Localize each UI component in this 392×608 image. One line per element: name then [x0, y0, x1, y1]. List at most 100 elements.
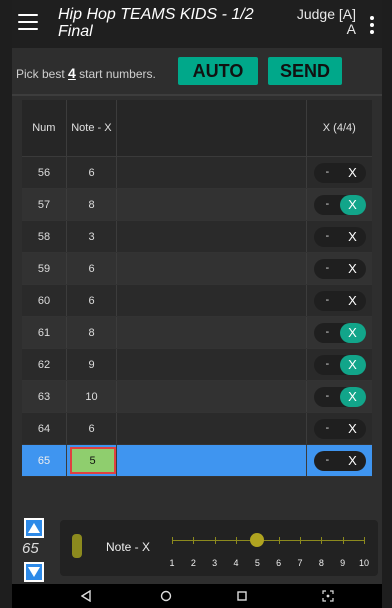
- row-note: 6: [88, 166, 95, 179]
- slider-tick: [172, 537, 173, 544]
- pick-bar: Pick best 4 start numbers. AUTO SEND: [12, 54, 382, 90]
- nav-home-icon[interactable]: [158, 588, 174, 604]
- bottom-panel: 65 Note - X 1 2 3 4 5 6 7 8 9 10: [12, 512, 382, 584]
- x-toggle[interactable]: -X: [313, 194, 366, 215]
- minus-option[interactable]: -: [326, 294, 330, 306]
- right-edge: [382, 0, 392, 608]
- x-option[interactable]: X: [339, 194, 366, 215]
- row-note: 8: [88, 326, 95, 339]
- row-note-cell[interactable]: 8: [66, 189, 116, 220]
- minus-option[interactable]: -: [326, 230, 330, 242]
- x-toggle[interactable]: -X: [313, 354, 366, 375]
- slider-tick-label: 4: [233, 558, 239, 568]
- row-x-cell: -X: [306, 349, 372, 380]
- minus-option[interactable]: -: [326, 198, 330, 210]
- minus-option[interactable]: -: [326, 422, 330, 434]
- row-note-cell[interactable]: 6: [66, 253, 116, 284]
- x-option[interactable]: X: [340, 451, 366, 471]
- row-num: 62: [37, 358, 51, 371]
- x-option[interactable]: X: [339, 354, 366, 375]
- nav-recents-icon[interactable]: [234, 588, 250, 604]
- slider-tick-label: 5: [254, 558, 260, 568]
- row-empty: [116, 189, 306, 220]
- row-note-cell[interactable]: 9: [66, 349, 116, 380]
- row-note-cell[interactable]: 5: [66, 445, 116, 476]
- row-x-cell: -X: [306, 285, 372, 316]
- title-line-2: Final: [58, 23, 93, 40]
- pick-prefix: Pick best: [16, 67, 69, 81]
- row-empty: [116, 445, 306, 476]
- row-num: 56: [37, 166, 51, 179]
- slider-thumb[interactable]: [250, 533, 265, 547]
- note-slider-panel: Note - X 1 2 3 4 5 6 7 8 9 10: [60, 520, 378, 576]
- row-note: 10: [85, 390, 98, 403]
- row-note-cell[interactable]: 3: [66, 221, 116, 252]
- table-row[interactable]: 62 9 - X: [22, 349, 372, 381]
- x-option[interactable]: X: [340, 163, 366, 183]
- table-row[interactable]: 59 6 - X: [22, 253, 372, 285]
- header-num: Num: [32, 122, 56, 134]
- x-option[interactable]: X: [339, 322, 366, 343]
- table-row[interactable]: 64 6 - X: [22, 413, 372, 445]
- x-toggle[interactable]: -X: [313, 226, 366, 247]
- table-row[interactable]: 60 6 - X: [22, 285, 372, 317]
- slider-tick: [321, 537, 323, 544]
- minus-option[interactable]: -: [326, 326, 330, 338]
- row-x-cell: -X: [306, 189, 372, 220]
- x-toggle[interactable]: -X: [313, 418, 366, 439]
- table-row[interactable]: 57 8 - X: [22, 189, 372, 221]
- row-note-cell[interactable]: 10: [66, 381, 116, 412]
- auto-button[interactable]: AUTO: [178, 57, 258, 85]
- row-note-cell[interactable]: 6: [66, 285, 116, 316]
- arrow-down-icon[interactable]: [24, 562, 44, 582]
- hamburger-menu-icon[interactable]: [18, 14, 38, 32]
- row-note: 8: [88, 198, 95, 211]
- pick-count: 4: [68, 65, 76, 81]
- x-toggle[interactable]: -X: [313, 258, 366, 279]
- row-note-cell[interactable]: 8: [66, 317, 116, 348]
- row-note: 3: [88, 230, 95, 243]
- x-toggle[interactable]: -X: [313, 450, 366, 471]
- title-line-1: Hip Hop TEAMS KIDS - 1/2: [58, 6, 254, 23]
- x-option[interactable]: X: [339, 386, 366, 407]
- header-note: Note - X: [65, 100, 117, 156]
- x-toggle[interactable]: -X: [313, 322, 366, 343]
- row-note-cell[interactable]: 6: [66, 157, 116, 188]
- minus-option[interactable]: -: [326, 454, 330, 466]
- row-note-cell[interactable]: 6: [66, 413, 116, 444]
- judge-label: Judge [A] A: [297, 7, 356, 37]
- row-note: 9: [88, 358, 95, 371]
- minus-option[interactable]: -: [326, 390, 330, 402]
- send-button[interactable]: SEND: [268, 57, 342, 85]
- x-option[interactable]: X: [340, 259, 366, 279]
- row-empty: [116, 253, 306, 284]
- table-row[interactable]: 56 6 - X: [22, 157, 372, 189]
- arrow-up-icon[interactable]: [24, 518, 44, 538]
- note-slider[interactable]: 1 2 3 4 5 6 7 8 9 10: [169, 533, 369, 568]
- minus-option[interactable]: -: [326, 166, 330, 178]
- x-toggle[interactable]: -X: [313, 386, 366, 407]
- slider-marker: [72, 534, 82, 558]
- x-toggle[interactable]: -X: [313, 290, 366, 311]
- minus-option[interactable]: -: [326, 358, 330, 370]
- x-option[interactable]: X: [340, 291, 366, 311]
- table-row[interactable]: 63 10 - X: [22, 381, 372, 413]
- slider-tick-label: 1: [169, 558, 175, 568]
- x-option[interactable]: X: [340, 227, 366, 247]
- table-row[interactable]: 58 3 - X: [22, 221, 372, 253]
- nav-screenshot-icon[interactable]: [320, 588, 336, 604]
- nav-back-icon[interactable]: [78, 588, 94, 604]
- row-num: 60: [37, 294, 51, 307]
- table-row[interactable]: 65 5 - X: [22, 445, 372, 477]
- more-vert-icon[interactable]: [370, 16, 374, 37]
- slider-tick-label: 10: [358, 558, 369, 568]
- judge-line-2: A: [346, 21, 356, 37]
- x-toggle[interactable]: -X: [313, 162, 366, 183]
- slider-label: Note - X: [106, 540, 151, 554]
- x-option[interactable]: X: [340, 419, 366, 439]
- table-row[interactable]: 61 8 - X: [22, 317, 372, 349]
- app-bar: Hip Hop TEAMS KIDS - 1/2 Final Judge [A]…: [12, 0, 382, 48]
- minus-option[interactable]: -: [326, 262, 330, 274]
- row-x-cell: -X: [306, 445, 372, 476]
- slider-tick-label: 7: [297, 558, 303, 568]
